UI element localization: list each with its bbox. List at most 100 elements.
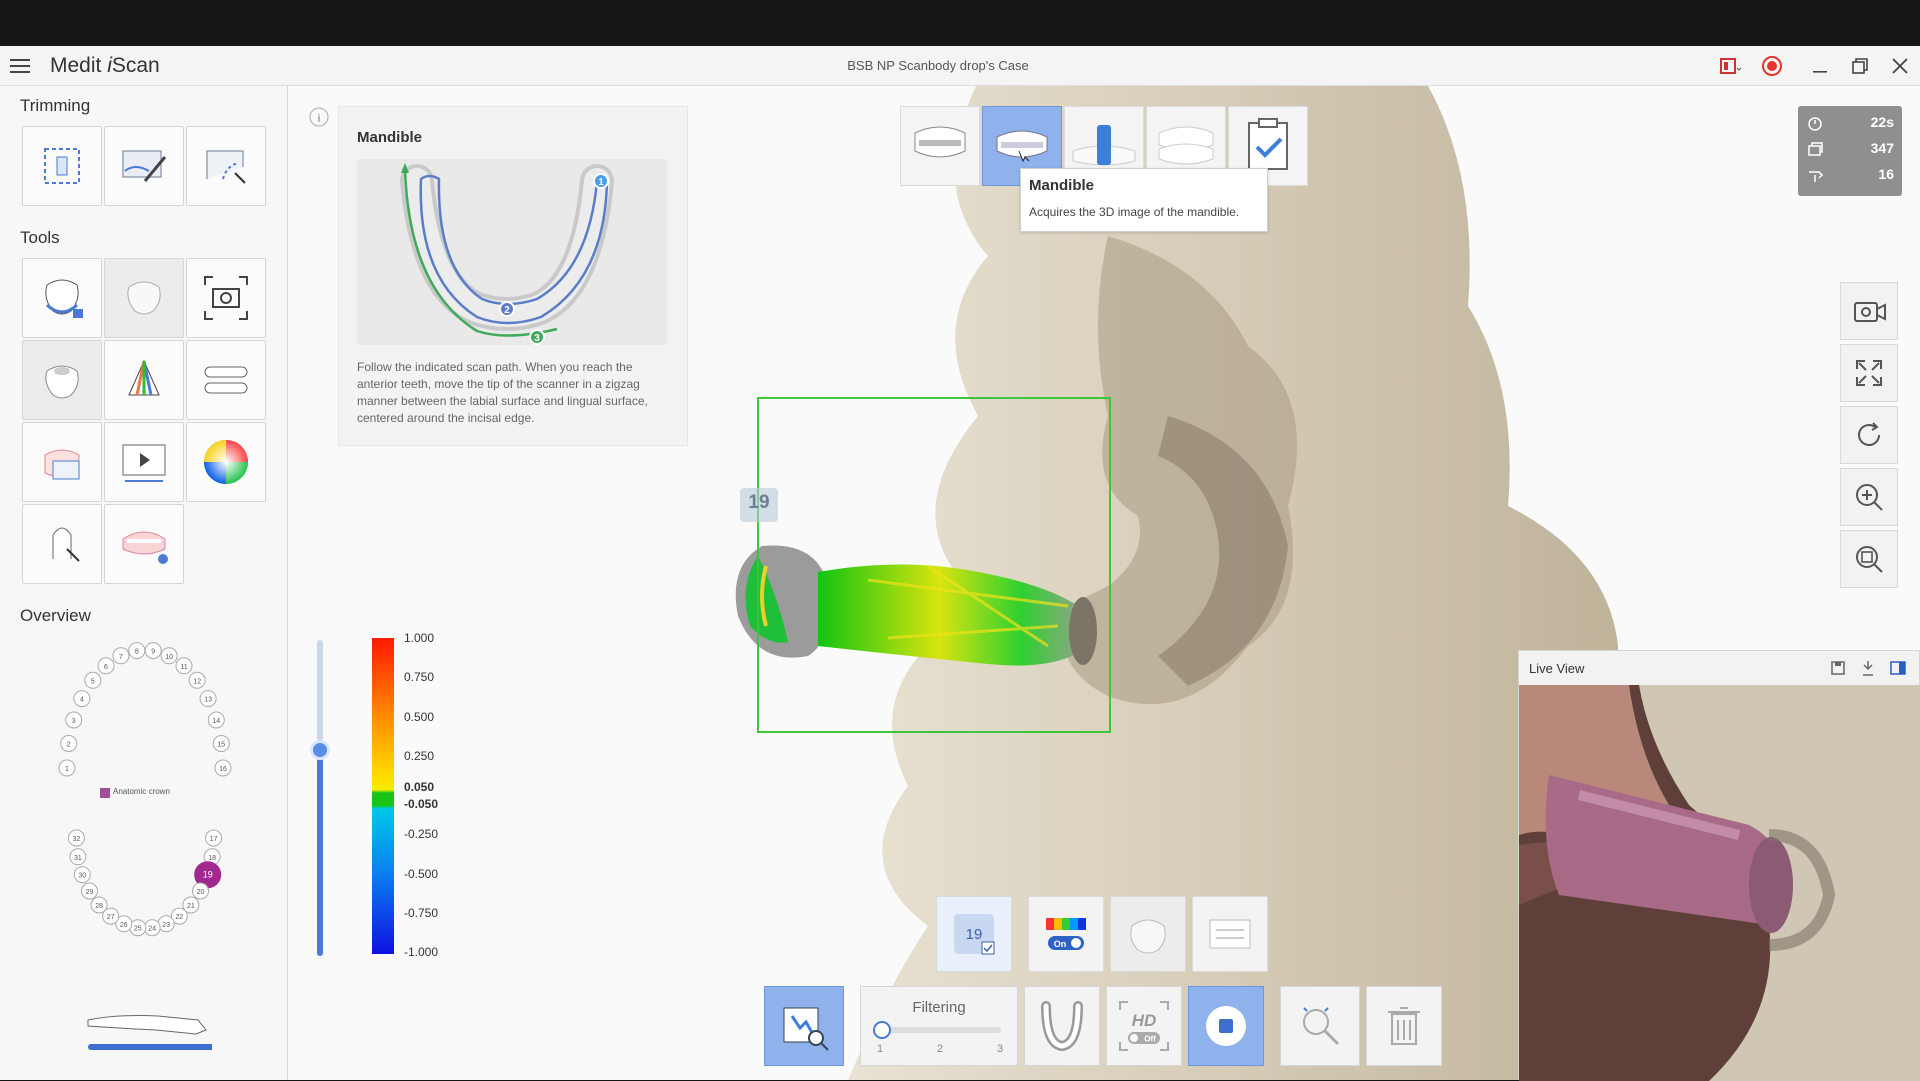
capture-button[interactable]	[186, 258, 266, 338]
live-view-pin-icon[interactable]	[1859, 659, 1877, 677]
tooth-7[interactable]: 7	[112, 647, 130, 665]
color-analysis-button[interactable]	[104, 340, 184, 420]
tooth-20[interactable]: 20	[192, 882, 209, 900]
stage-maxilla[interactable]	[900, 106, 980, 186]
tooth-28[interactable]: 28	[90, 896, 108, 914]
record-icon[interactable]	[1760, 54, 1784, 78]
tooth-10[interactable]: 10	[160, 647, 178, 665]
tooth-2[interactable]: 2	[60, 735, 78, 752]
tooth-17[interactable]: 17	[205, 829, 223, 847]
lasso-trim-button[interactable]	[186, 126, 266, 206]
restore-icon[interactable]	[1848, 54, 1872, 78]
tooth-select-button[interactable]: 19	[936, 896, 1012, 972]
zoom-fit-button[interactable]	[1840, 530, 1898, 588]
delete-button[interactable]	[1366, 986, 1442, 1066]
tooth-icon	[127, 281, 161, 315]
tooth-31[interactable]: 31	[69, 848, 87, 866]
playback-button[interactable]	[104, 422, 184, 502]
tooth-crop-button[interactable]	[22, 340, 102, 420]
scanbody-button[interactable]	[22, 504, 102, 584]
svg-text:10: 10	[165, 654, 173, 661]
filter-slider-track[interactable]	[879, 1027, 1001, 1033]
overview-legend: Anatomic crown	[113, 787, 170, 796]
color-wheel-button[interactable]	[186, 422, 266, 502]
ai-filter-button[interactable]	[1280, 986, 1360, 1066]
svg-text:13: 13	[204, 697, 212, 704]
lock-area-button[interactable]	[22, 258, 102, 338]
tooth-badge-number: 19	[966, 926, 983, 943]
live-camera-feed	[1519, 685, 1920, 1081]
scan-data-view-button[interactable]	[764, 986, 844, 1066]
tooth-14[interactable]: 14	[207, 711, 225, 729]
tooth-23[interactable]: 23	[157, 915, 175, 933]
tooth-top-icon	[45, 365, 79, 399]
deviation-color-toggle[interactable]: On	[1028, 896, 1104, 972]
filter-tick-2: 2	[937, 1043, 944, 1055]
filtering-control[interactable]: Filtering 1 2 3	[860, 986, 1018, 1066]
stop-scan-button[interactable]	[1188, 986, 1264, 1066]
minimize-icon[interactable]	[1808, 54, 1832, 78]
live-view-save-icon[interactable]	[1829, 659, 1847, 677]
zoom-in-button[interactable]	[1840, 468, 1898, 526]
timer-icon	[1808, 117, 1822, 131]
undercut-button[interactable]	[1110, 896, 1186, 972]
tooth-16[interactable]: 16	[214, 759, 232, 777]
tooth-5[interactable]: 5	[84, 671, 102, 689]
occlusion-button[interactable]	[186, 340, 266, 420]
snapshot-button[interactable]	[1840, 282, 1898, 340]
tooth-15[interactable]: 15	[212, 735, 230, 752]
svg-text:1: 1	[65, 766, 69, 773]
tooth-24[interactable]: 24	[143, 919, 161, 937]
tooth-3[interactable]: 3	[65, 711, 83, 729]
tooth-32[interactable]: 32	[67, 829, 85, 847]
live-view-dock-icon[interactable]	[1889, 659, 1907, 677]
arch-review-button[interactable]	[104, 504, 184, 584]
tooth-6[interactable]: 6	[97, 657, 115, 675]
step-2-label: 2	[504, 305, 510, 316]
tooth-11[interactable]: 11	[175, 657, 193, 675]
info-icon[interactable]: i	[308, 106, 330, 128]
overview-title: Overview	[20, 606, 91, 625]
tooth-30[interactable]: 30	[73, 866, 91, 884]
tooth-tool-button[interactable]	[104, 258, 184, 338]
tooth-1[interactable]: 1	[58, 759, 76, 777]
hd-mode-button[interactable]: HD Off	[1106, 986, 1182, 1066]
filter-slider-knob[interactable]	[873, 1021, 891, 1039]
tooth-8[interactable]: 8	[128, 642, 146, 660]
deviation-slider-knob[interactable]	[310, 740, 330, 760]
tooth-4[interactable]: 4	[73, 690, 91, 708]
fit-view-button[interactable]	[1840, 344, 1898, 402]
close-icon[interactable]	[1888, 54, 1912, 78]
tooth-9[interactable]: 9	[144, 642, 162, 660]
scan-time-value: 22s	[1870, 114, 1894, 130]
scan-data-search-icon	[783, 1007, 829, 1051]
tooth-25[interactable]: 25	[129, 919, 147, 937]
scan-time-stat: 22s	[1798, 110, 1902, 136]
svg-text:16: 16	[219, 766, 227, 773]
box-select-icon	[44, 148, 80, 184]
live-view-title: Live View	[1529, 661, 1585, 676]
brush-trim-button[interactable]	[104, 126, 184, 206]
svg-text:29: 29	[86, 889, 94, 896]
frames-icon	[1808, 142, 1823, 156]
svg-text:27: 27	[107, 914, 115, 921]
colorbar-label-5: -0.050	[404, 797, 439, 811]
tooth-12[interactable]: 12	[188, 671, 206, 689]
trash-icon	[1388, 1007, 1420, 1045]
select-trim-button[interactable]	[22, 126, 102, 206]
tooth-13[interactable]: 13	[199, 690, 217, 708]
tooltip-description: Acquires the 3D image of the mandible.	[1029, 205, 1240, 219]
tooth-29[interactable]: 29	[81, 882, 98, 900]
colorbar-label-9: -1.000	[404, 945, 439, 959]
arch-icon	[1041, 1001, 1083, 1052]
scan-settings-button[interactable]	[1192, 896, 1268, 972]
arch-mode-button[interactable]	[1024, 986, 1100, 1066]
reset-view-button[interactable]	[1840, 406, 1898, 464]
margin-button[interactable]	[22, 422, 102, 502]
stop-icon	[1206, 1006, 1246, 1046]
tooth-chart[interactable]: 12345678 91011121314151617181920212223242…	[40, 638, 250, 968]
maxilla-icon	[914, 126, 966, 158]
teeth-arch-icon	[122, 531, 168, 564]
live-view-panel: Live View	[1518, 650, 1920, 1081]
screen-record-menu-icon[interactable]	[1718, 54, 1742, 78]
